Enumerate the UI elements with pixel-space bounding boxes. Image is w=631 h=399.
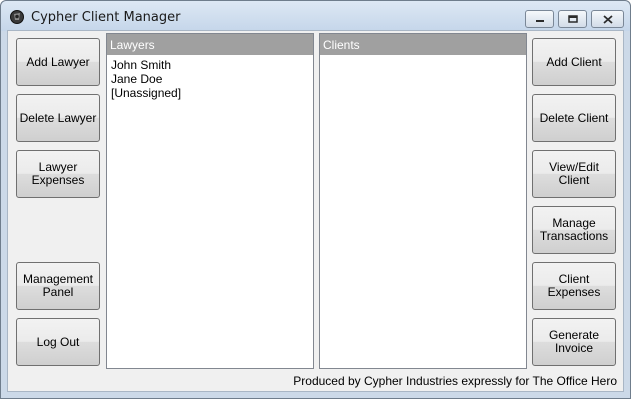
log-out-button[interactable]: Log Out bbox=[16, 318, 100, 366]
minimize-button[interactable] bbox=[525, 10, 554, 28]
generate-invoice-button[interactable]: Generate Invoice bbox=[532, 318, 616, 366]
main-window: Cypher Client Manager Add Lawyer Delete … bbox=[0, 0, 631, 399]
clients-list[interactable]: Clients bbox=[319, 33, 527, 369]
title-bar[interactable]: Cypher Client Manager bbox=[1, 1, 630, 31]
view-edit-client-button[interactable]: View/Edit Client bbox=[532, 150, 616, 198]
lawyer-expenses-button[interactable]: Lawyer Expenses bbox=[16, 150, 100, 198]
maximize-icon bbox=[567, 15, 578, 23]
manage-transactions-button[interactable]: Manage Transactions bbox=[532, 206, 616, 254]
client-area: Add Lawyer Delete Lawyer Lawyer Expenses… bbox=[7, 30, 624, 392]
lawyers-list-items: John Smith Jane Doe [Unassigned] bbox=[107, 55, 313, 100]
management-panel-button[interactable]: Management Panel bbox=[16, 262, 100, 310]
close-button[interactable] bbox=[591, 10, 624, 28]
lawyers-list[interactable]: Lawyers John Smith Jane Doe [Unassigned] bbox=[106, 33, 314, 369]
add-client-button[interactable]: Add Client bbox=[532, 38, 616, 86]
client-expenses-button[interactable]: Client Expenses bbox=[532, 262, 616, 310]
clients-list-items bbox=[320, 55, 526, 58]
clients-list-header: Clients bbox=[320, 34, 526, 55]
maximize-button[interactable] bbox=[558, 10, 587, 28]
minimize-icon bbox=[535, 15, 545, 23]
delete-lawyer-button[interactable]: Delete Lawyer bbox=[16, 94, 100, 142]
app-icon[interactable] bbox=[9, 9, 25, 25]
list-item[interactable]: John Smith bbox=[111, 58, 313, 72]
list-item[interactable]: Jane Doe bbox=[111, 72, 313, 86]
delete-client-button[interactable]: Delete Client bbox=[532, 94, 616, 142]
list-item[interactable]: [Unassigned] bbox=[111, 86, 313, 100]
close-icon bbox=[602, 14, 613, 24]
add-lawyer-button[interactable]: Add Lawyer bbox=[16, 38, 100, 86]
lawyers-list-header: Lawyers bbox=[107, 34, 313, 55]
window-title: Cypher Client Manager bbox=[31, 10, 181, 25]
footer-credit: Produced by Cypher Industries expressly … bbox=[293, 374, 617, 388]
